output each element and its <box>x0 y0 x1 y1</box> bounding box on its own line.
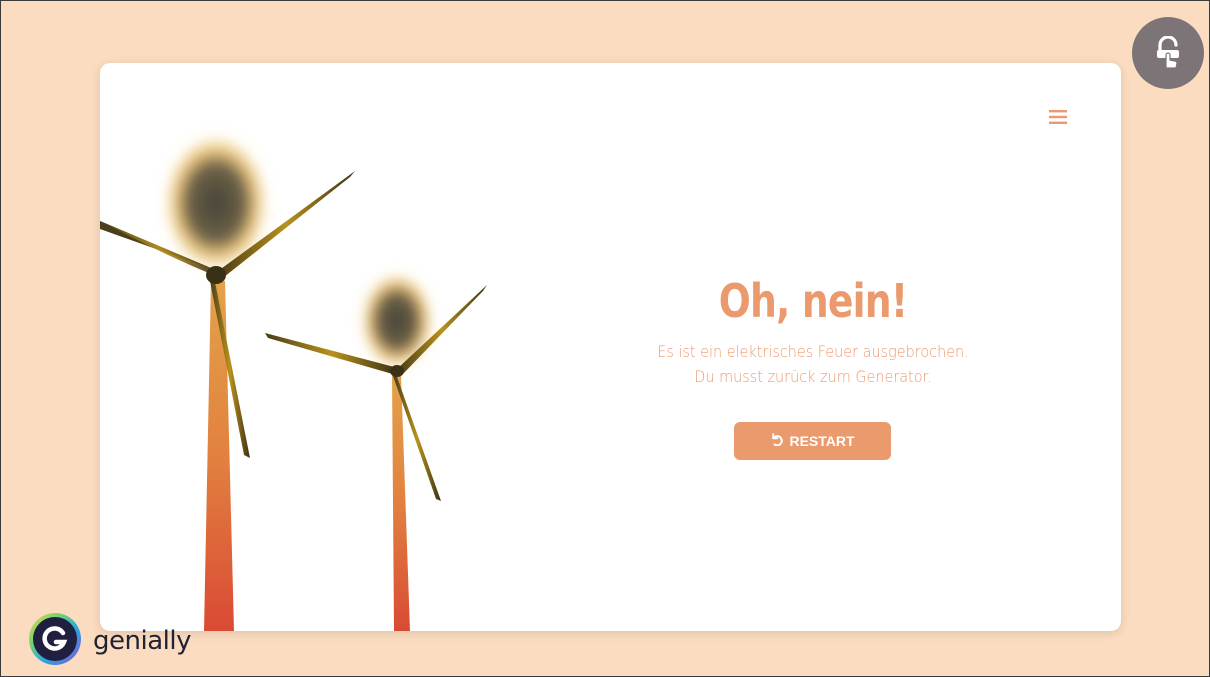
turbine-hub <box>390 365 404 377</box>
undo-arrow-icon <box>770 433 784 449</box>
message-panel: Oh, nein! Es ist ein elektrisches Feuer … <box>580 273 1046 460</box>
turbine-hub <box>206 266 226 284</box>
genially-logo-icon <box>27 611 83 671</box>
unlock-touch-icon[interactable] <box>1132 17 1204 89</box>
restart-label: RESTART <box>789 433 855 449</box>
page-title: Oh, nein! <box>718 274 908 328</box>
slide-card: Oh, nein! Es ist ein elektrisches Feuer … <box>100 63 1121 631</box>
message-line: Es ist ein elektrisches Feuer ausgebroch… <box>657 342 969 361</box>
brand-name: genially <box>93 626 191 656</box>
restart-button[interactable]: RESTART <box>734 422 891 460</box>
message-line: Du musst zurück zum Generator. <box>694 367 932 386</box>
genially-branding[interactable]: genially <box>27 612 191 670</box>
presentation-stage: Oh, nein! Es ist ein elektrisches Feuer … <box>0 0 1210 677</box>
wind-turbines-illustration <box>100 135 487 631</box>
turbine-tower <box>204 281 234 631</box>
message-text: Es ist ein elektrisches Feuer ausgebroch… <box>603 339 1022 389</box>
smoke-cloud <box>361 273 433 369</box>
turbine-large <box>100 135 355 631</box>
hamburger-menu-icon[interactable] <box>1046 105 1070 129</box>
turbine-small <box>265 273 487 631</box>
